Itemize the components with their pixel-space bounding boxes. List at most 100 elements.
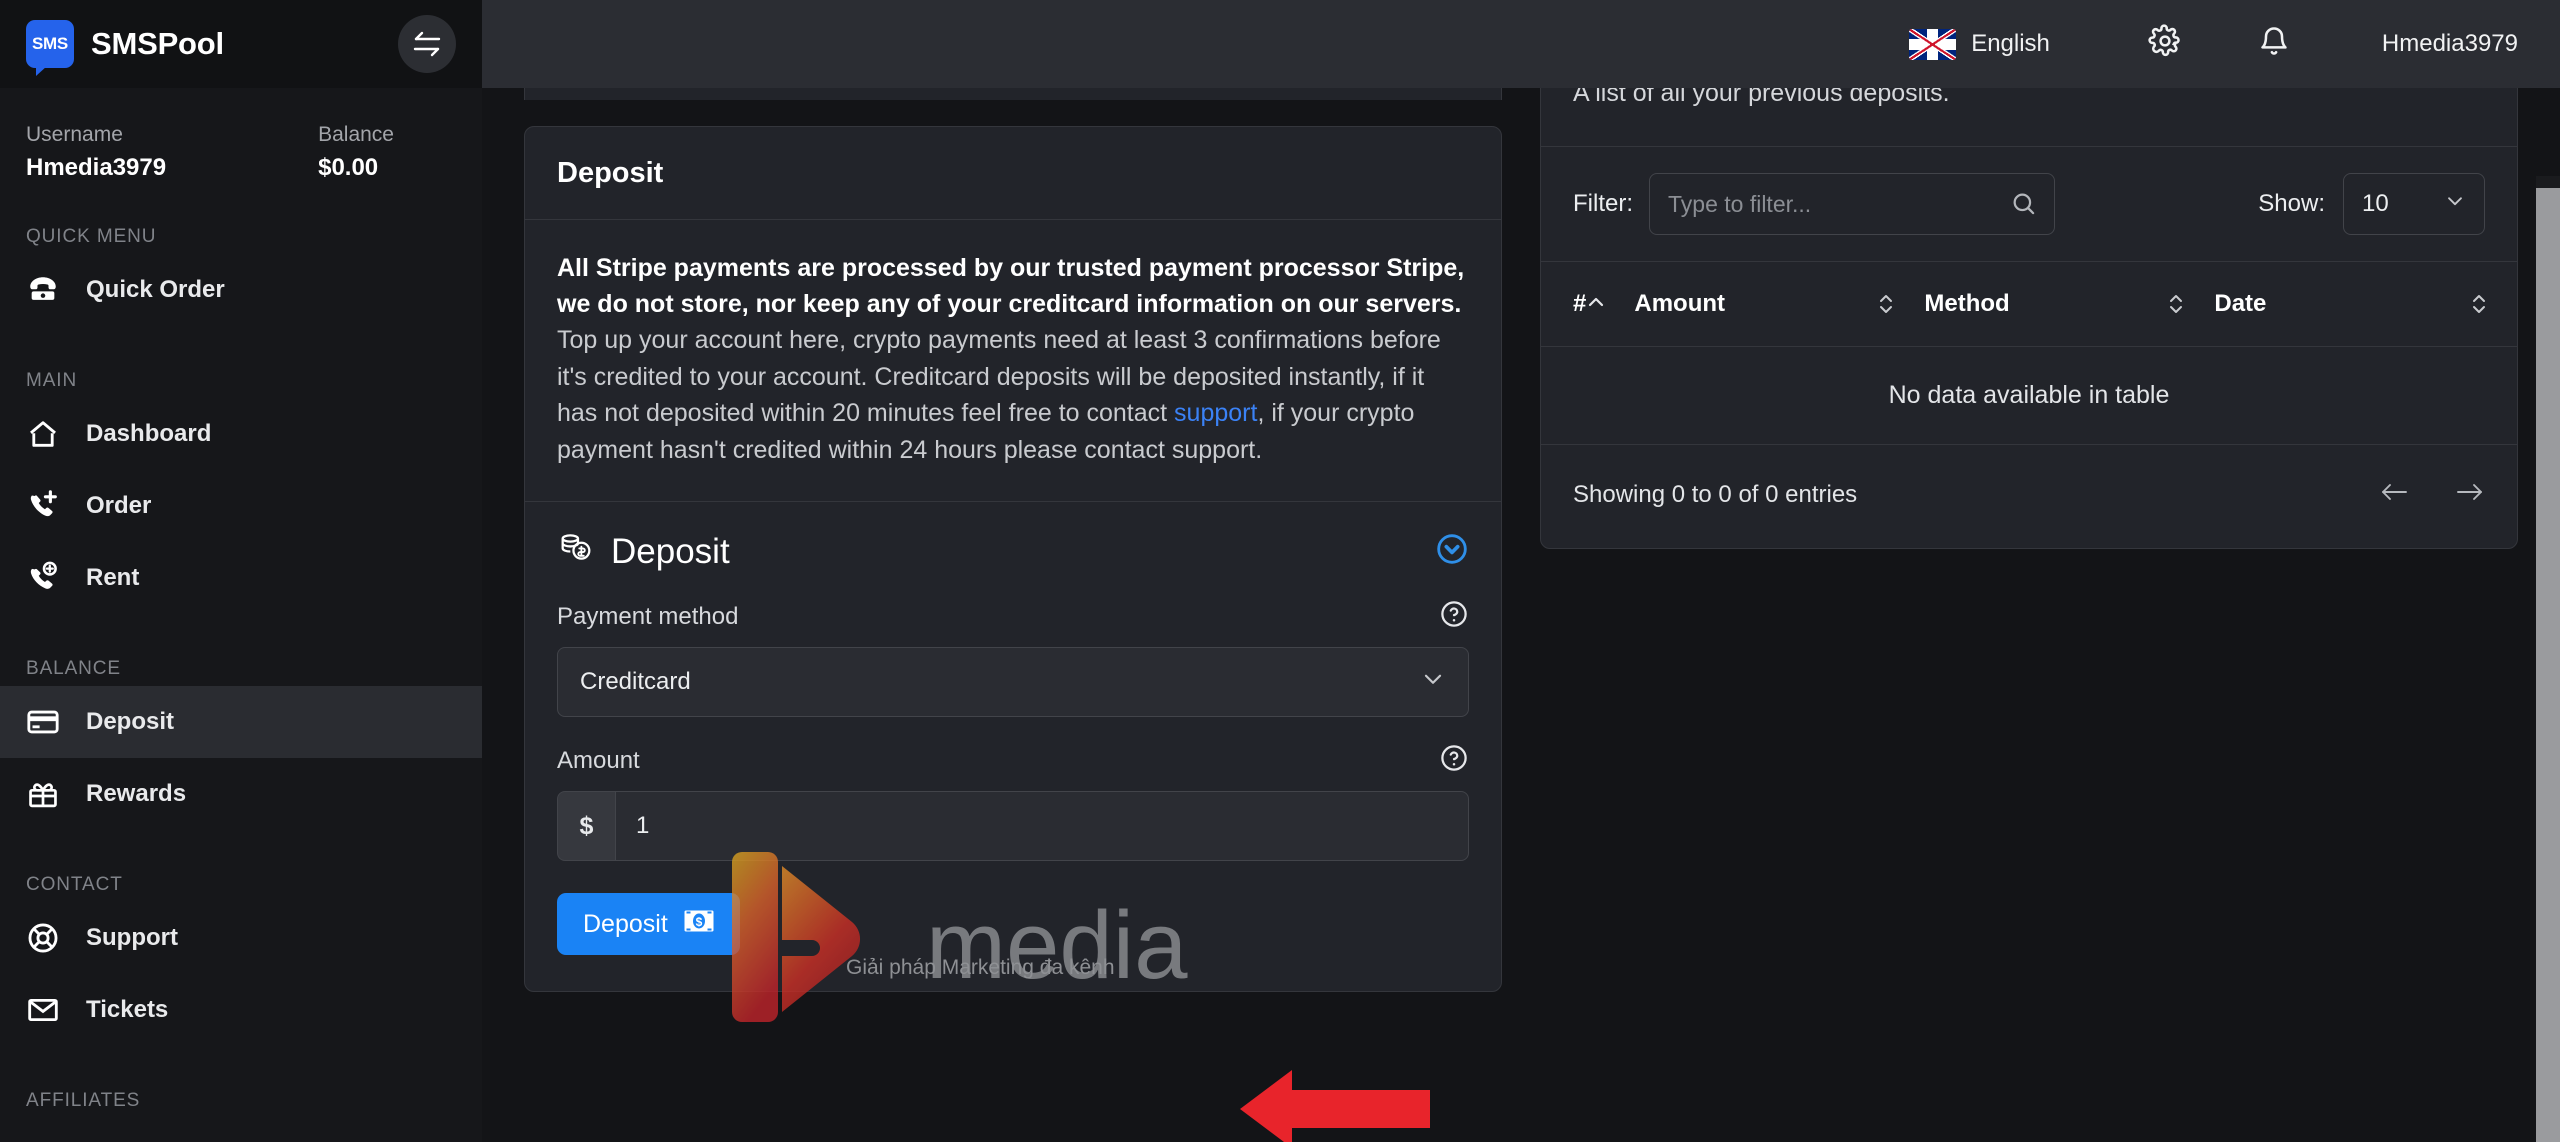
support-link[interactable]: support: [1174, 399, 1257, 427]
chevron-down-circle-icon[interactable]: [1435, 532, 1469, 571]
filter-input[interactable]: [1650, 190, 2010, 218]
uk-flag-icon: [1909, 28, 1957, 60]
sidebar-item-label: Dashboard: [86, 420, 212, 447]
sort-icon: [2166, 290, 2214, 318]
payment-method-value: Creditcard: [580, 668, 691, 695]
chevron-down-icon: [1420, 666, 1446, 699]
column-label: Date: [2214, 290, 2267, 317]
question-circle-icon[interactable]: [1439, 743, 1469, 778]
sidebar-item-rent[interactable]: Rent: [0, 542, 482, 614]
sidebar-item-label: Rent: [86, 564, 140, 591]
account-balance: Balance $0.00: [318, 123, 394, 182]
sidebar-scroll-area: Username Hmedia3979 Balance $0.00 QUICK …: [0, 88, 482, 1142]
deposit-notice-bold: All Stripe payments are processed by our…: [557, 254, 1465, 318]
pagination-summary: Showing 0 to 0 of 0 entries: [1573, 480, 1858, 508]
language-label: English: [1971, 30, 2050, 57]
deposit-notice-body: Top up your account here, crypto payment…: [557, 322, 1469, 468]
money-stack-icon: [557, 530, 595, 573]
table-pagination: Showing 0 to 0 of 0 entries: [1541, 445, 2517, 548]
app-root: SMS SMSPool Username Hmedia3979 Balance …: [0, 0, 2560, 1142]
show-entries-group: Show: 10: [2258, 173, 2485, 235]
pagination-buttons: [2379, 479, 2485, 510]
svg-text:$: $: [695, 915, 702, 929]
amount-input[interactable]: [615, 791, 1469, 861]
user-menu[interactable]: Hmedia3979: [2382, 30, 2518, 58]
sidebar-item-tickets[interactable]: Tickets: [0, 974, 482, 1046]
show-entries-value: 10: [2362, 190, 2389, 217]
nav-section-contact: CONTACT: [26, 874, 123, 895]
empty-state-message: No data available in table: [1541, 346, 2517, 445]
deposit-submit-label: Deposit: [583, 909, 668, 938]
column-header-method[interactable]: Method: [1924, 262, 2215, 347]
gear-icon: [2148, 23, 2182, 65]
column-header-index[interactable]: #: [1541, 262, 1635, 347]
column-header-amount[interactable]: Amount: [1634, 262, 1925, 347]
previous-card-peek: [524, 88, 1502, 100]
arrow-right-icon[interactable]: [2455, 479, 2485, 510]
sort-asc-icon: [1586, 292, 1634, 316]
payment-method-label: Payment method: [557, 602, 739, 630]
sidebar-item-label: Deposit: [86, 708, 175, 735]
search-icon[interactable]: [2010, 190, 2054, 218]
column-label: Amount: [1634, 290, 1726, 317]
question-circle-icon[interactable]: [1439, 599, 1469, 634]
sidebar-item-label: Order: [86, 492, 152, 519]
deposits-table-body: No data available in table: [1541, 346, 2517, 445]
topbar: English Hmedia3979: [482, 0, 2560, 88]
show-entries-select[interactable]: 10: [2343, 173, 2485, 235]
sidebar-item-support[interactable]: Support: [0, 902, 482, 974]
deposits-table: # Amount Method Date No data available i…: [1541, 262, 2517, 445]
account-username: Username Hmedia3979: [26, 123, 166, 182]
deposit-submit-button[interactable]: Deposit $: [557, 893, 740, 955]
telephone-icon: [26, 273, 72, 307]
table-header-row: # Amount Method Date: [1541, 262, 2517, 347]
swap-arrows-icon[interactable]: [398, 15, 456, 73]
deposit-card: Deposit All Stripe payments are processe…: [524, 126, 1502, 992]
deposits-description-row: A list of all your previous deposits.: [1541, 88, 2517, 147]
amount-label: Amount: [557, 746, 640, 774]
column-header-date[interactable]: Date: [2214, 262, 2517, 347]
nav-section-main: MAIN: [26, 370, 78, 391]
deposits-description: A list of all your previous deposits.: [1573, 88, 1950, 107]
arrow-left-icon[interactable]: [2379, 479, 2409, 510]
settings-button[interactable]: [2148, 23, 2182, 65]
nav-section-balance: BALANCE: [26, 658, 122, 679]
deposits-table-head: # Amount Method Date: [1541, 262, 2517, 347]
sidebar-item-order[interactable]: Order: [0, 470, 482, 542]
sort-icon: [1876, 290, 1924, 318]
currency-prefix: $: [557, 791, 615, 861]
payment-method-row: Payment method: [557, 599, 1469, 634]
gift-icon: [26, 777, 72, 811]
payment-method-select[interactable]: Creditcard: [557, 647, 1469, 717]
deposit-form: Deposit Payment method Creditcard Amount…: [525, 501, 1501, 991]
balance-value: $0.00: [318, 154, 379, 181]
sidebar-item-rewards[interactable]: Rewards: [0, 758, 482, 830]
sidebar-item-label: Quick Order: [86, 276, 225, 303]
deposit-form-header: Deposit: [557, 530, 1469, 573]
language-selector[interactable]: English: [1909, 28, 2050, 60]
table-row: No data available in table: [1541, 346, 2517, 445]
username-label: Username: [26, 123, 123, 146]
column-label: Method: [1924, 290, 2010, 317]
home-icon: [26, 417, 72, 451]
deposit-form-title: Deposit: [557, 530, 730, 573]
sidebar-item-label: Support: [86, 924, 178, 951]
envelope-icon: [26, 993, 72, 1027]
page-content: Deposit All Stripe payments are processe…: [482, 88, 2560, 1142]
username-value: Hmedia3979: [26, 154, 167, 181]
filter-input-wrapper: [1649, 173, 2055, 235]
phone-rent-icon: [26, 561, 72, 595]
nav-section-quick-menu: QUICK MENU: [26, 226, 157, 247]
sidebar-item-deposit[interactable]: Deposit: [0, 686, 482, 758]
smspool-logo-icon: SMS: [26, 20, 74, 76]
chevron-down-icon: [2444, 190, 2466, 219]
show-label: Show:: [2258, 190, 2325, 217]
page-scrollbar-thumb[interactable]: [2536, 188, 2560, 1142]
notifications-button[interactable]: [2258, 24, 2290, 65]
sidebar-brand-bar: SMS SMSPool: [0, 0, 482, 88]
right-column: A list of all your previous deposits. Fi…: [1540, 88, 2518, 992]
brand-logo-text: SMS: [32, 34, 68, 53]
brand-title: SMSPool: [91, 26, 224, 61]
sidebar-item-dashboard[interactable]: Dashboard: [0, 398, 482, 470]
sidebar-item-quick-order[interactable]: Quick Order: [0, 254, 482, 326]
